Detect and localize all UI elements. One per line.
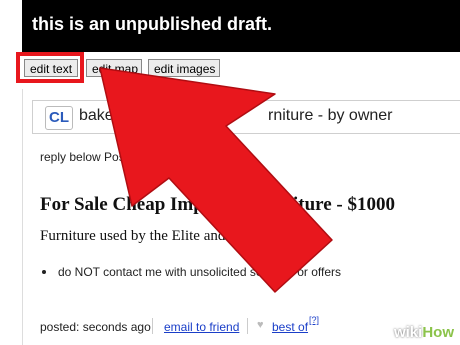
notice-text: do NOT contact me with unsolicited servi… xyxy=(58,265,342,279)
bullet-icon xyxy=(42,269,46,274)
watermark-wiki: wiki xyxy=(393,324,423,341)
reply-label: reply below Posted: xyxy=(40,150,145,164)
listing-header: CL bakersfi rniture - by owner xyxy=(32,100,460,134)
edit-map-button[interactable]: edit map xyxy=(86,59,142,77)
best-of-help-link[interactable]: [?] xyxy=(309,315,319,325)
draft-banner: this is an unpublished draft. xyxy=(22,0,460,52)
posting-title: For Sale Cheap Imported Furniture - $100… xyxy=(40,194,396,215)
draft-banner-text: this is an unpublished draft. xyxy=(32,14,273,34)
notice-list-item: do NOT contact me with unsolicited servi… xyxy=(40,265,341,279)
watermark-how: How xyxy=(422,324,454,341)
footer-divider xyxy=(152,318,153,334)
edit-text-button[interactable]: edit text xyxy=(24,59,78,77)
posted-timestamp: posted: seconds ago xyxy=(40,320,151,334)
email-to-friend-link[interactable]: email to friend xyxy=(164,320,239,334)
craigslist-logo[interactable]: CL xyxy=(45,106,73,130)
breadcrumb-category[interactable]: rniture - by owner xyxy=(268,107,393,125)
breadcrumb-location[interactable]: bakersfi xyxy=(79,107,135,125)
posting-description: Furniture used by the Elite and Politici… xyxy=(40,228,293,244)
edit-images-button[interactable]: edit images xyxy=(148,59,220,77)
heart-icon[interactable]: ♥ xyxy=(257,319,264,331)
posted-time-link[interactable]: sec xyxy=(148,150,167,165)
wikihow-watermark: wikiHow xyxy=(394,324,454,341)
best-of-link[interactable]: best of xyxy=(272,320,308,334)
reply-line: reply below Posted: sec xyxy=(40,150,167,165)
footer-divider xyxy=(247,318,248,334)
